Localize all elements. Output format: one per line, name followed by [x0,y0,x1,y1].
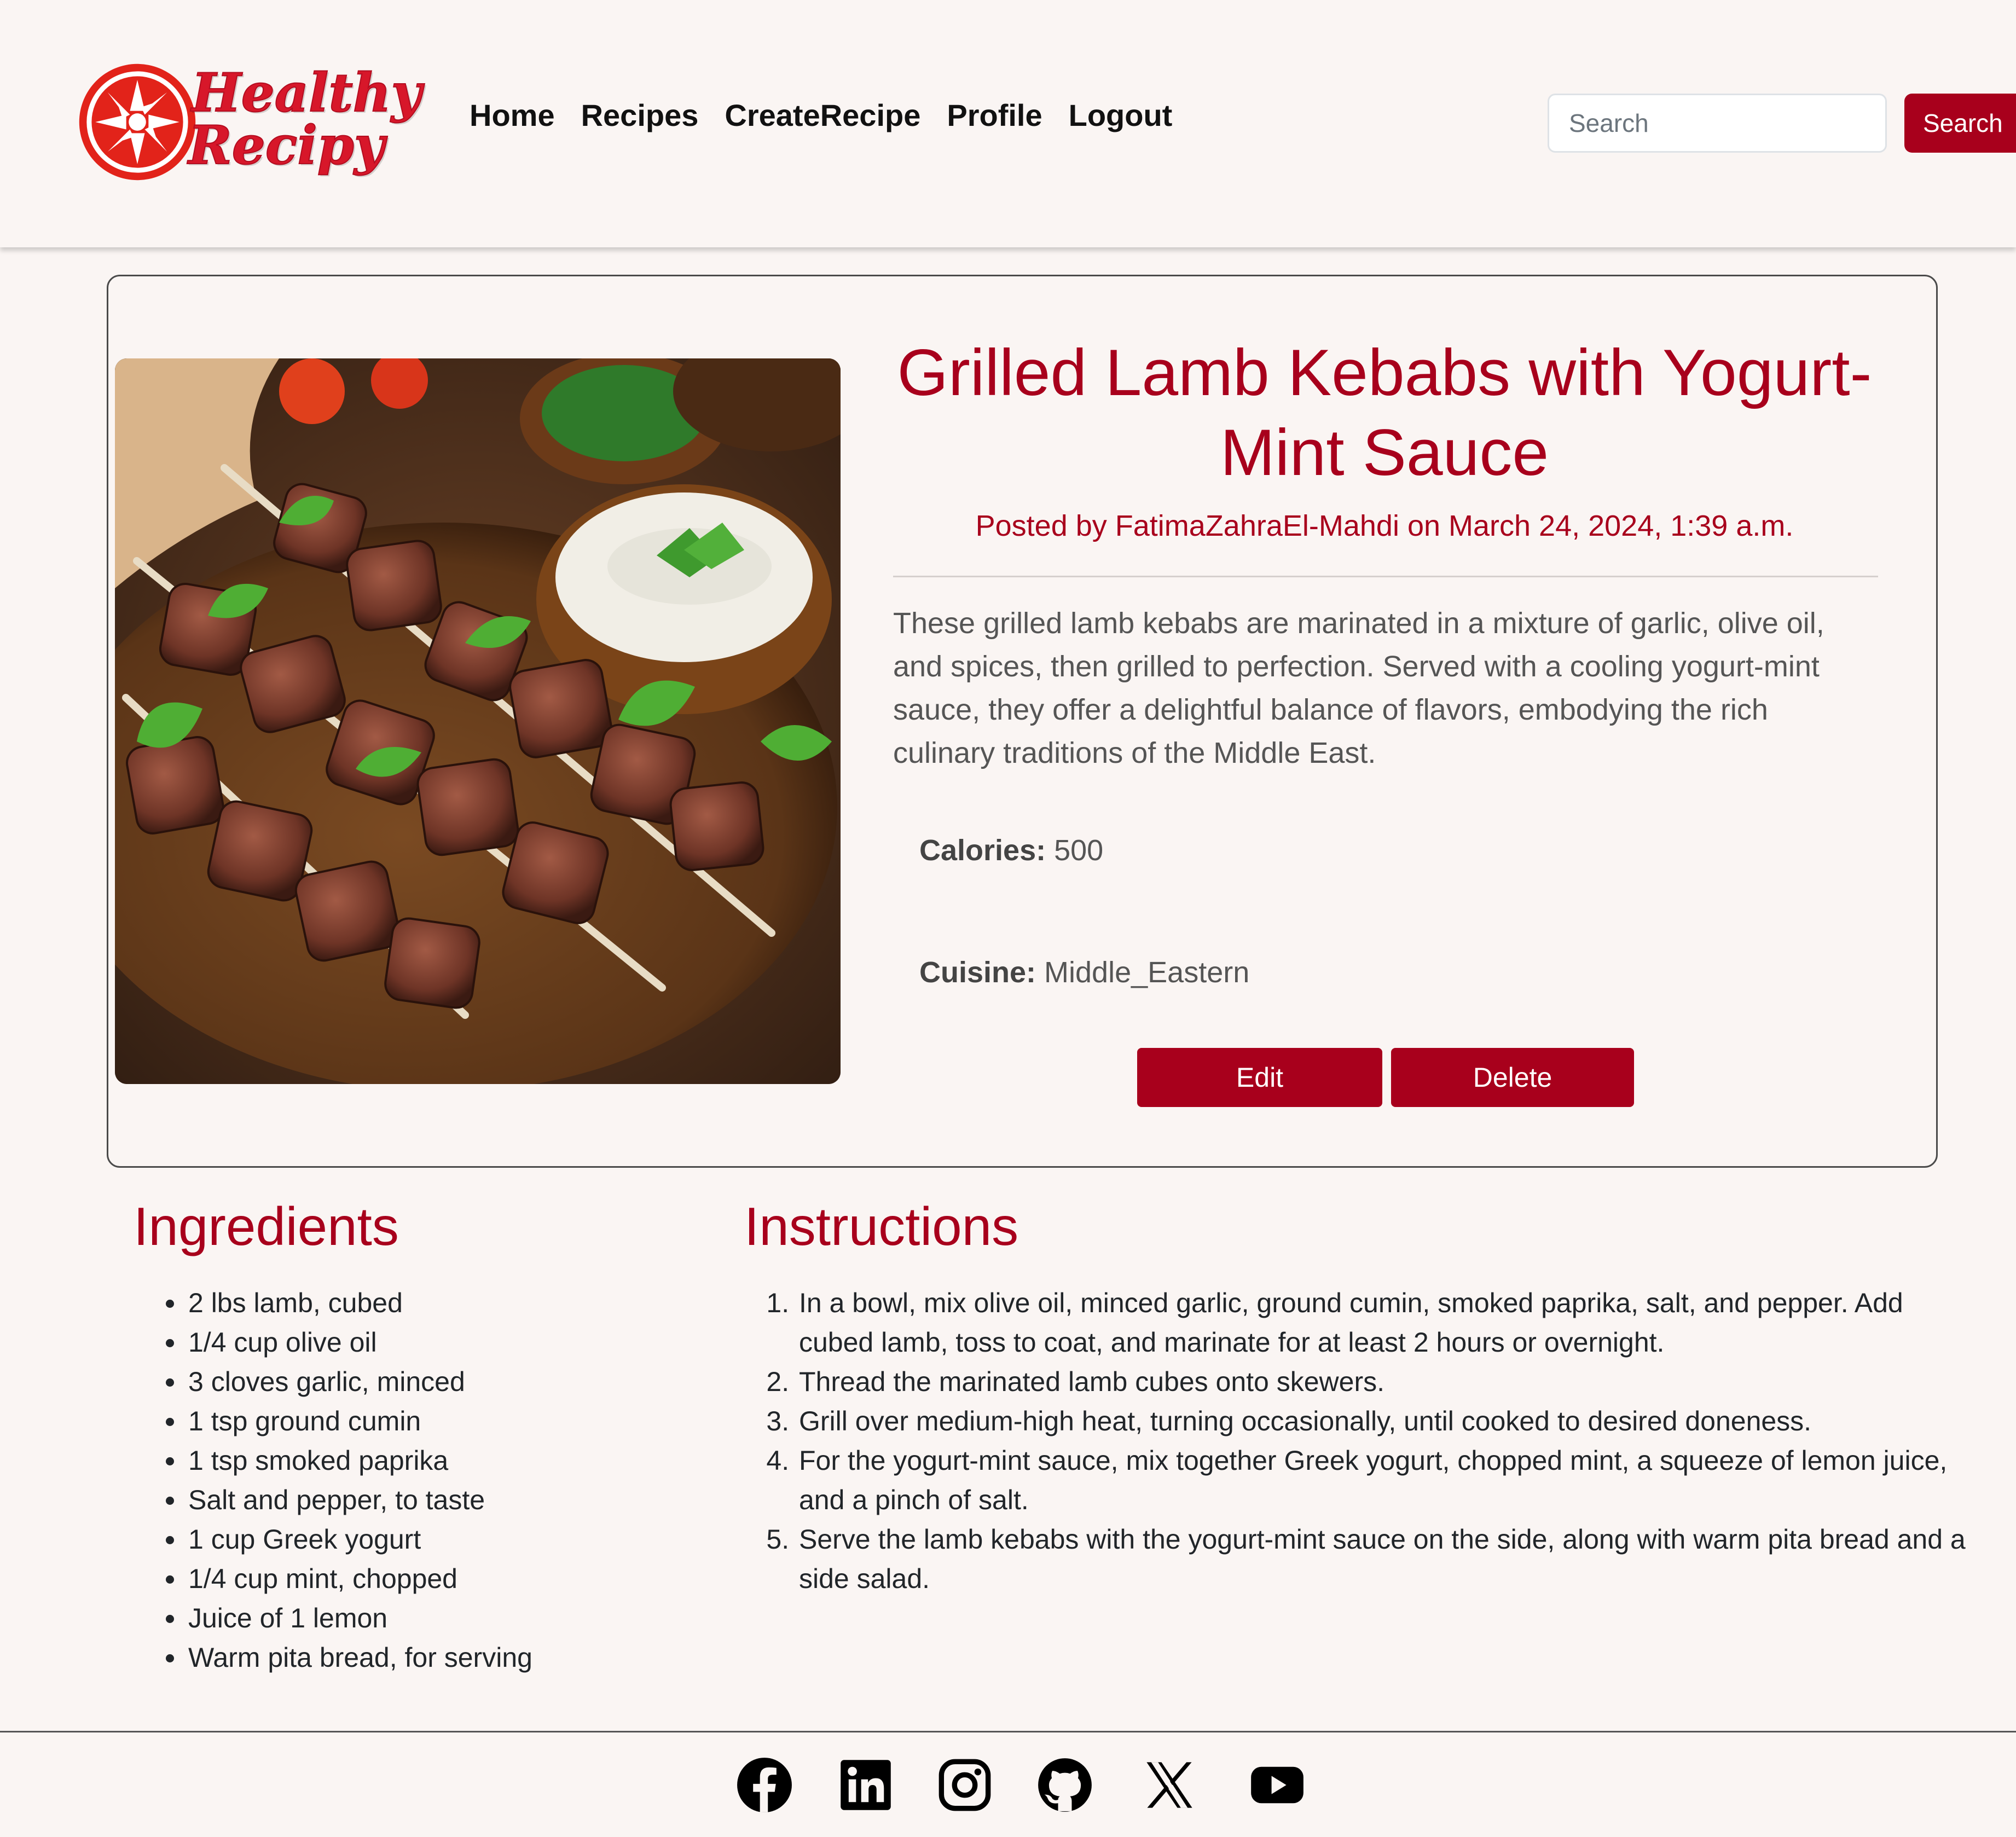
instructions-list: In a bowl, mix olive oil, minced garlic,… [755,1283,1968,1598]
youtube-icon[interactable] [1249,1757,1306,1813]
x-icon[interactable] [1141,1757,1198,1813]
delete-button[interactable]: Delete [1391,1048,1634,1107]
search-input[interactable] [1548,94,1887,153]
ingredients-list: 2 lbs lamb, cubed 1/4 cup olive oil 3 cl… [147,1283,532,1677]
calories-row: Calories: 500 [919,833,1103,867]
search-button[interactable]: Search [1904,94,2016,153]
citrus-wheel-icon [79,63,196,181]
navbar: Healthy Recipy Home Recipes CreateRecipe… [0,0,2016,247]
brand-logo[interactable]: Healthy Recipy [76,59,422,186]
cuisine-label: Cuisine: [919,956,1036,989]
instructions-heading: Instructions [744,1196,1019,1256]
edit-button[interactable]: Edit [1137,1048,1382,1107]
instruction-step: Thread the marinated lamb cubes onto ske… [797,1362,1968,1401]
recipe-description: These grilled lamb kebabs are marinated … [893,607,1824,769]
main-nav: Home Recipes CreateRecipe Profile Logout [470,97,1172,133]
calories-value: 500 [1054,834,1104,867]
nav-create-recipe[interactable]: CreateRecipe [725,97,920,133]
cuisine-row: Cuisine: Middle_Eastern [919,955,1249,989]
ingredient-item: Warm pita bread, for serving [186,1638,532,1677]
kebab-photo [115,358,841,1084]
brand-name-line2: Recipy [188,114,385,176]
recipe-author-date: Posted by FatimaZahraEl-Mahdi on March 2… [975,509,1794,542]
instruction-step: Grill over medium-high heat, turning occ… [797,1401,1968,1441]
recipe-title: Grilled Lamb Kebabs with Yogurt-Mint Sau… [897,336,1872,489]
instagram-icon[interactable] [936,1757,993,1813]
instruction-step: In a bowl, mix olive oil, minced garlic,… [797,1283,1968,1362]
ingredient-item: 1 cup Greek yogurt [186,1520,532,1559]
instruction-step: For the yogurt-mint sauce, mix together … [797,1441,1968,1520]
cuisine-value: Middle_Eastern [1044,956,1250,989]
ingredient-item: Salt and pepper, to taste [186,1480,532,1520]
divider [893,576,1878,577]
instruction-step: Serve the lamb kebabs with the yogurt-mi… [797,1520,1968,1598]
ingredient-item: 1 tsp ground cumin [186,1401,532,1441]
nav-home[interactable]: Home [470,97,555,133]
ingredients-heading: Ingredients [134,1196,399,1256]
linkedin-icon[interactable] [837,1757,894,1813]
recipe-image [115,358,841,1084]
ingredient-item: 1/4 cup olive oil [186,1323,532,1362]
ingredient-item: 3 cloves garlic, minced [186,1362,532,1401]
ingredient-item: 1 tsp smoked paprika [186,1441,532,1480]
brand-name-line1: Healthy [191,62,422,124]
calories-label: Calories: [919,834,1046,867]
ingredient-item: Juice of 1 lemon [186,1598,532,1638]
ingredient-item: 1/4 cup mint, chopped [186,1559,532,1598]
footer-divider [0,1731,2016,1732]
nav-recipes[interactable]: Recipes [581,97,699,133]
nav-profile[interactable]: Profile [947,97,1042,133]
nav-logout[interactable]: Logout [1069,97,1173,133]
github-icon[interactable] [1036,1757,1093,1813]
facebook-icon[interactable] [736,1757,793,1813]
ingredient-item: 2 lbs lamb, cubed [186,1283,532,1323]
